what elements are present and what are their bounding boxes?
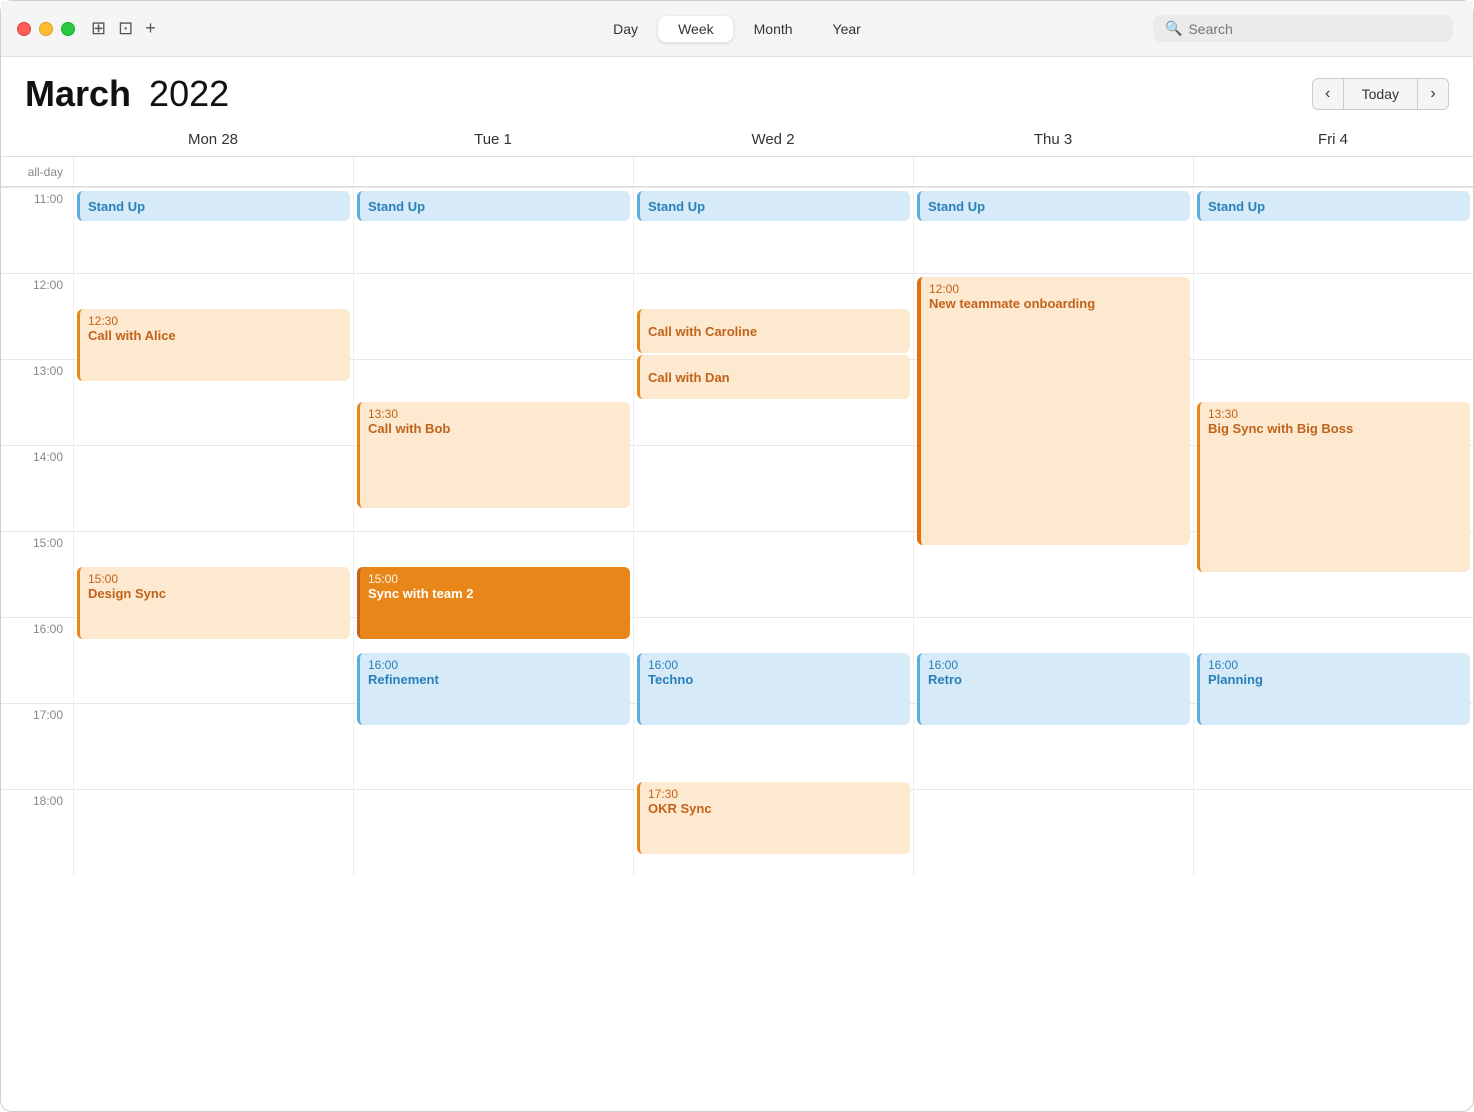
allday-wed	[633, 157, 913, 186]
mon-slot-8	[74, 789, 353, 875]
wed-slot-5	[634, 531, 913, 617]
tab-week[interactable]: Week	[658, 16, 734, 42]
fri-slot-8	[1194, 789, 1473, 875]
event-bigboss[interactable]: 13:30 Big Sync with Big Boss	[1197, 402, 1470, 572]
event-bob[interactable]: 13:30 Call with Bob	[357, 402, 630, 508]
day-header-fri: Fri 4	[1193, 123, 1473, 156]
event-standup-wed[interactable]: Stand Up	[637, 191, 910, 221]
event-sync2[interactable]: 15:00 Sync with team 2	[357, 567, 630, 639]
event-refinement[interactable]: 16:00 Refinement	[357, 653, 630, 725]
time-1300: 13:00	[1, 359, 73, 445]
time-header-empty	[1, 123, 73, 156]
day-header-thu: Thu 3	[913, 123, 1193, 156]
time-grid: 11:00 12:00 13:00 14:00 15:00 16:00 17:0…	[1, 187, 1473, 875]
event-standup-mon[interactable]: Stand Up	[77, 191, 350, 221]
day-column-fri: Stand Up 13:30 Big Sync with Big Boss 16…	[1193, 187, 1473, 875]
mon-slot-7	[74, 703, 353, 789]
event-retro[interactable]: 16:00 Retro	[917, 653, 1190, 725]
event-techno[interactable]: 16:00 Techno	[637, 653, 910, 725]
close-button[interactable]	[17, 22, 31, 36]
allday-label: all-day	[1, 157, 73, 186]
year-label: 2022	[149, 73, 229, 114]
next-button[interactable]: ›	[1417, 78, 1449, 110]
today-button[interactable]: Today	[1344, 78, 1417, 110]
minimize-button[interactable]	[39, 22, 53, 36]
thu-slot-8	[914, 789, 1193, 875]
day-header-tue: Tue 1	[353, 123, 633, 156]
time-1500: 15:00	[1, 531, 73, 617]
add-icon[interactable]: +	[145, 18, 156, 39]
prev-button[interactable]: ‹	[1312, 78, 1344, 110]
tab-day[interactable]: Day	[593, 16, 658, 42]
allday-row: all-day	[1, 157, 1473, 187]
titlebar: ⊞ ⊡ + Day Week Month Year 🔍	[1, 1, 1473, 57]
event-alice[interactable]: 12:30 Call with Alice	[77, 309, 350, 381]
allday-thu	[913, 157, 1193, 186]
time-1600: 16:00	[1, 617, 73, 703]
calendar-icon[interactable]: ⊞	[91, 18, 106, 39]
time-column: 11:00 12:00 13:00 14:00 15:00 16:00 17:0…	[1, 187, 73, 875]
calendar-nav: ‹ Today ›	[1312, 78, 1449, 110]
calendar-header: March 2022 ‹ Today ›	[1, 57, 1473, 123]
day-headers: Mon 28 Tue 1 Wed 2 Thu 3 Fri 4	[1, 123, 1473, 157]
month-label: March	[25, 73, 131, 114]
tab-month[interactable]: Month	[734, 16, 813, 42]
search-icon: 🔍	[1165, 20, 1182, 37]
event-new-teammate[interactable]: 12:00 New teammate onboarding	[917, 277, 1190, 545]
event-standup-fri[interactable]: Stand Up	[1197, 191, 1470, 221]
event-standup-tue[interactable]: Stand Up	[357, 191, 630, 221]
event-planning[interactable]: 16:00 Planning	[1197, 653, 1470, 725]
allday-tue	[353, 157, 633, 186]
wed-slot-4	[634, 445, 913, 531]
titlebar-icons: ⊞ ⊡ +	[91, 18, 156, 39]
day-column-thu: Stand Up 12:00 New teammate onboarding 1…	[913, 187, 1193, 875]
nav-tabs: Day Week Month Year	[593, 16, 881, 42]
tue-slot-2	[354, 273, 633, 359]
time-1400: 14:00	[1, 445, 73, 531]
mon-slot-4	[74, 445, 353, 531]
maximize-button[interactable]	[61, 22, 75, 36]
event-dan[interactable]: Call with Dan	[637, 355, 910, 399]
fri-slot-2	[1194, 273, 1473, 359]
search-input[interactable]	[1188, 21, 1441, 37]
allday-fri	[1193, 157, 1473, 186]
inbox-icon[interactable]: ⊡	[118, 18, 133, 39]
calendar-grid: Mon 28 Tue 1 Wed 2 Thu 3 Fri 4 all-day 1…	[1, 123, 1473, 875]
event-okr[interactable]: 17:30 OKR Sync	[637, 782, 910, 854]
time-1200: 12:00	[1, 273, 73, 359]
day-column-tue: Stand Up 13:30 Call with Bob 15:00 Sync …	[353, 187, 633, 875]
tue-slot-8	[354, 789, 633, 875]
time-1700: 17:00	[1, 703, 73, 789]
tab-year[interactable]: Year	[813, 16, 881, 42]
search-bar: 🔍	[1153, 15, 1453, 42]
time-1100: 11:00	[1, 187, 73, 273]
day-header-mon: Mon 28	[73, 123, 353, 156]
event-standup-thu[interactable]: Stand Up	[917, 191, 1190, 221]
time-1800: 18:00	[1, 789, 73, 875]
day-header-wed: Wed 2	[633, 123, 913, 156]
day-column-wed: Stand Up Call with Caroline Call with Da…	[633, 187, 913, 875]
traffic-lights	[17, 22, 75, 36]
event-design-sync[interactable]: 15:00 Design Sync	[77, 567, 350, 639]
day-column-mon: Stand Up 12:30 Call with Alice 15:00 Des…	[73, 187, 353, 875]
allday-mon	[73, 157, 353, 186]
page-title: March 2022	[25, 73, 229, 115]
event-caroline[interactable]: Call with Caroline	[637, 309, 910, 353]
